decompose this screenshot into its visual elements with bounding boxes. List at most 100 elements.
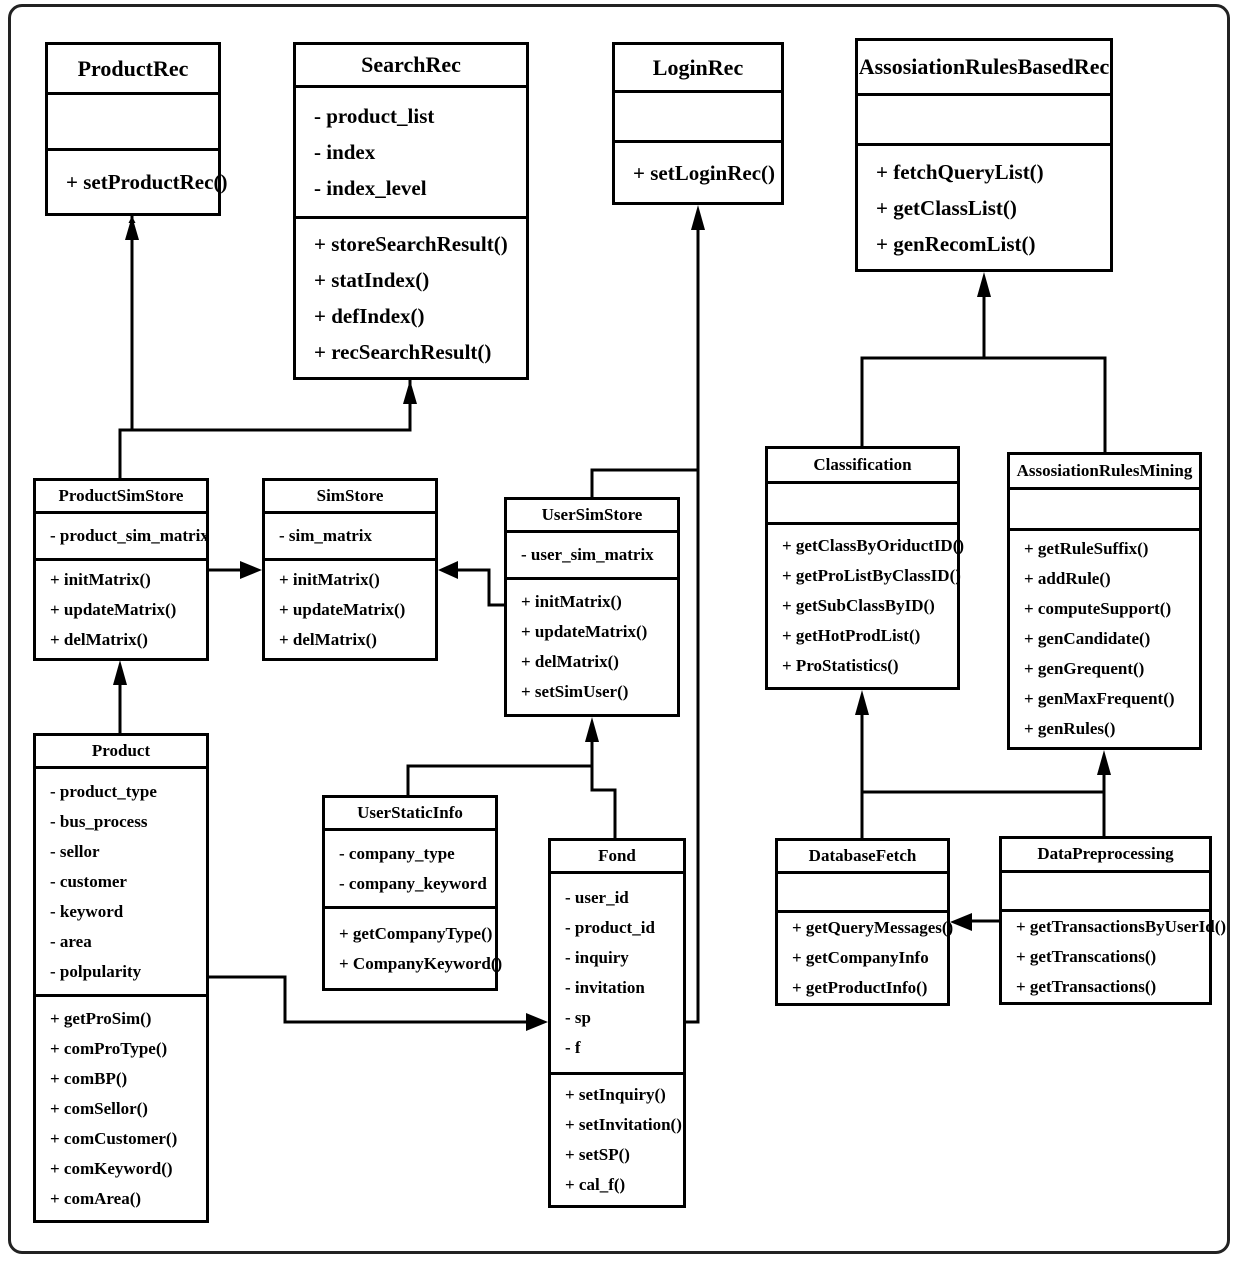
class-name: Classification <box>768 449 957 484</box>
class-fond[interactable]: Fond - user_id - product_id - inquiry - … <box>548 838 686 1208</box>
operation: + genRecomList() <box>876 231 1036 256</box>
attribute: - index <box>314 140 376 164</box>
operation: + recSearchResult() <box>314 340 492 364</box>
operation: + getHotProdList() <box>782 626 921 645</box>
class-operations: + getProSim() + comProType() + comBP() +… <box>36 997 206 1220</box>
operation: + CompanyKeyword() <box>339 953 503 973</box>
class-usersimstore[interactable]: UserSimStore - user_sim_matrix + initMat… <box>504 497 680 717</box>
class-searchrec[interactable]: SearchRec - product_list - index - index… <box>293 42 529 380</box>
operation: + initMatrix() <box>521 592 622 611</box>
operation: + getSubClassByID() <box>782 596 935 615</box>
attribute: - product_id <box>565 918 655 937</box>
operation: + setSimUser() <box>521 682 629 701</box>
class-name: ProductRec <box>48 45 218 95</box>
class-operations: + getRuleSuffix() + addRule() + computeS… <box>1010 531 1199 747</box>
class-name: UserStaticInfo <box>325 798 495 831</box>
operation: + getProListByClassID() <box>782 566 961 585</box>
class-classification[interactable]: Classification + getClassByOriductID() +… <box>765 446 964 690</box>
class-attributes <box>1002 873 1209 912</box>
operation: + addRule() <box>1024 569 1111 588</box>
class-name: LoginRec <box>615 45 781 93</box>
class-attributes <box>768 484 957 525</box>
operation: + getProSim() <box>50 1008 152 1028</box>
attribute: - sim_matrix <box>279 526 373 545</box>
operation: + updateMatrix() <box>279 599 406 619</box>
class-productrec[interactable]: ProductRec + setProductRec() <box>45 42 228 216</box>
attribute: - company_keyword <box>339 873 487 893</box>
class-operations: + setLoginRec() <box>615 143 781 202</box>
operation: + defIndex() <box>314 304 425 328</box>
class-product[interactable]: Product - product_type - bus_process - s… <box>33 733 209 1223</box>
class-attributes: - user_sim_matrix <box>507 533 677 580</box>
operation: + getQueryMessages() <box>792 918 954 937</box>
operation: + setInvitation() <box>565 1115 682 1134</box>
class-datapreprocessing[interactable]: DataPreprocessing + getTransactionsByUse… <box>999 836 1226 1005</box>
operation: + setInquiry() <box>565 1085 666 1104</box>
operation: + delMatrix() <box>521 652 619 671</box>
class-attributes: - company_type - company_keyword <box>325 831 495 909</box>
class-attributes <box>1010 490 1199 531</box>
operation: + initMatrix() <box>279 569 380 589</box>
class-attributes: - sim_matrix <box>265 514 435 561</box>
operation: + comProType() <box>50 1038 168 1058</box>
class-operations: + initMatrix() + updateMatrix() + delMat… <box>36 561 206 658</box>
operation: + delMatrix() <box>50 629 148 649</box>
operation: + updateMatrix() <box>50 599 177 619</box>
operation: + getTranscations() <box>1016 947 1157 966</box>
attribute: - product_type <box>50 781 157 801</box>
class-operations: + setInquiry() + setInvitation() + setSP… <box>551 1075 683 1205</box>
operation: + comBP() <box>50 1068 128 1088</box>
attribute: - bus_process <box>50 811 148 831</box>
class-operations: + storeSearchResult() + statIndex() + de… <box>296 219 526 377</box>
class-operations: + fetchQueryList() + getClassList() + ge… <box>858 146 1110 269</box>
operation: + genGrequent() <box>1024 659 1145 678</box>
class-operations: + initMatrix() + updateMatrix() + delMat… <box>265 561 435 658</box>
attribute: - sp <box>565 1008 591 1027</box>
operation: + getCompanyType() <box>339 923 493 943</box>
class-attributes: - product_sim_matrix <box>36 514 209 561</box>
operation: + statIndex() <box>314 268 430 292</box>
class-name: DatabaseFetch <box>778 841 947 875</box>
attribute: - product_list <box>314 104 435 128</box>
operation: + getProductInfo() <box>792 978 928 997</box>
operation: + comCustomer() <box>50 1128 178 1148</box>
class-name: AssosiationRulesBasedRec <box>858 41 1110 96</box>
class-assosiationrulesbasedrec[interactable]: AssosiationRulesBasedRec + fetchQueryLis… <box>855 38 1113 272</box>
operation: + fetchQueryList() <box>876 159 1044 184</box>
class-operations: + setProductRec() <box>48 151 228 213</box>
class-attributes: - product_type - bus_process - sellor - … <box>36 769 206 997</box>
attribute: - invitation <box>565 978 645 997</box>
operation: + setProductRec() <box>66 170 228 194</box>
attribute: - inquiry <box>565 948 629 967</box>
attribute: - sellor <box>50 841 100 861</box>
class-name: AssosiationRulesMining <box>1010 455 1199 490</box>
operation: + getRuleSuffix() <box>1024 539 1149 558</box>
class-name: UserSimStore <box>507 500 677 533</box>
operation: + comKeyword() <box>50 1158 173 1178</box>
operation: + cal_f() <box>565 1175 626 1194</box>
class-name: DataPreprocessing <box>1002 839 1209 873</box>
operation: + delMatrix() <box>279 629 377 649</box>
class-userstaticinfo[interactable]: UserStaticInfo - company_type - company_… <box>322 795 503 991</box>
attribute: - customer <box>50 871 127 891</box>
class-databasefetch[interactable]: DatabaseFetch + getQueryMessages() + get… <box>775 838 954 1006</box>
class-operations: + initMatrix() + updateMatrix() + delMat… <box>507 580 677 714</box>
class-productsimstore[interactable]: ProductSimStore - product_sim_matrix + i… <box>33 478 209 661</box>
class-name: ProductSimStore <box>36 481 206 514</box>
class-attributes <box>778 874 947 913</box>
class-loginrec[interactable]: LoginRec + setLoginRec() <box>612 42 784 205</box>
class-name: SearchRec <box>296 45 526 88</box>
operation: + updateMatrix() <box>521 622 648 641</box>
operation: + initMatrix() <box>50 569 151 589</box>
operation: + ProStatistics() <box>782 656 899 675</box>
class-operations: + getClassByOriductID() + getProListByCl… <box>768 525 964 687</box>
class-assosiationrulesmining[interactable]: AssosiationRulesMining + getRuleSuffix()… <box>1007 452 1202 750</box>
class-name: Fond <box>551 841 683 874</box>
class-simstore[interactable]: SimStore - sim_matrix + initMatrix() + u… <box>262 478 438 661</box>
operation: + genRules() <box>1024 719 1116 738</box>
operation: + setLoginRec() <box>633 160 776 185</box>
operation: + comArea() <box>50 1188 142 1208</box>
attribute: - user_sim_matrix <box>521 545 654 564</box>
operation: + getCompanyInfo <box>792 948 929 967</box>
operation: + genCandidate() <box>1024 629 1151 648</box>
